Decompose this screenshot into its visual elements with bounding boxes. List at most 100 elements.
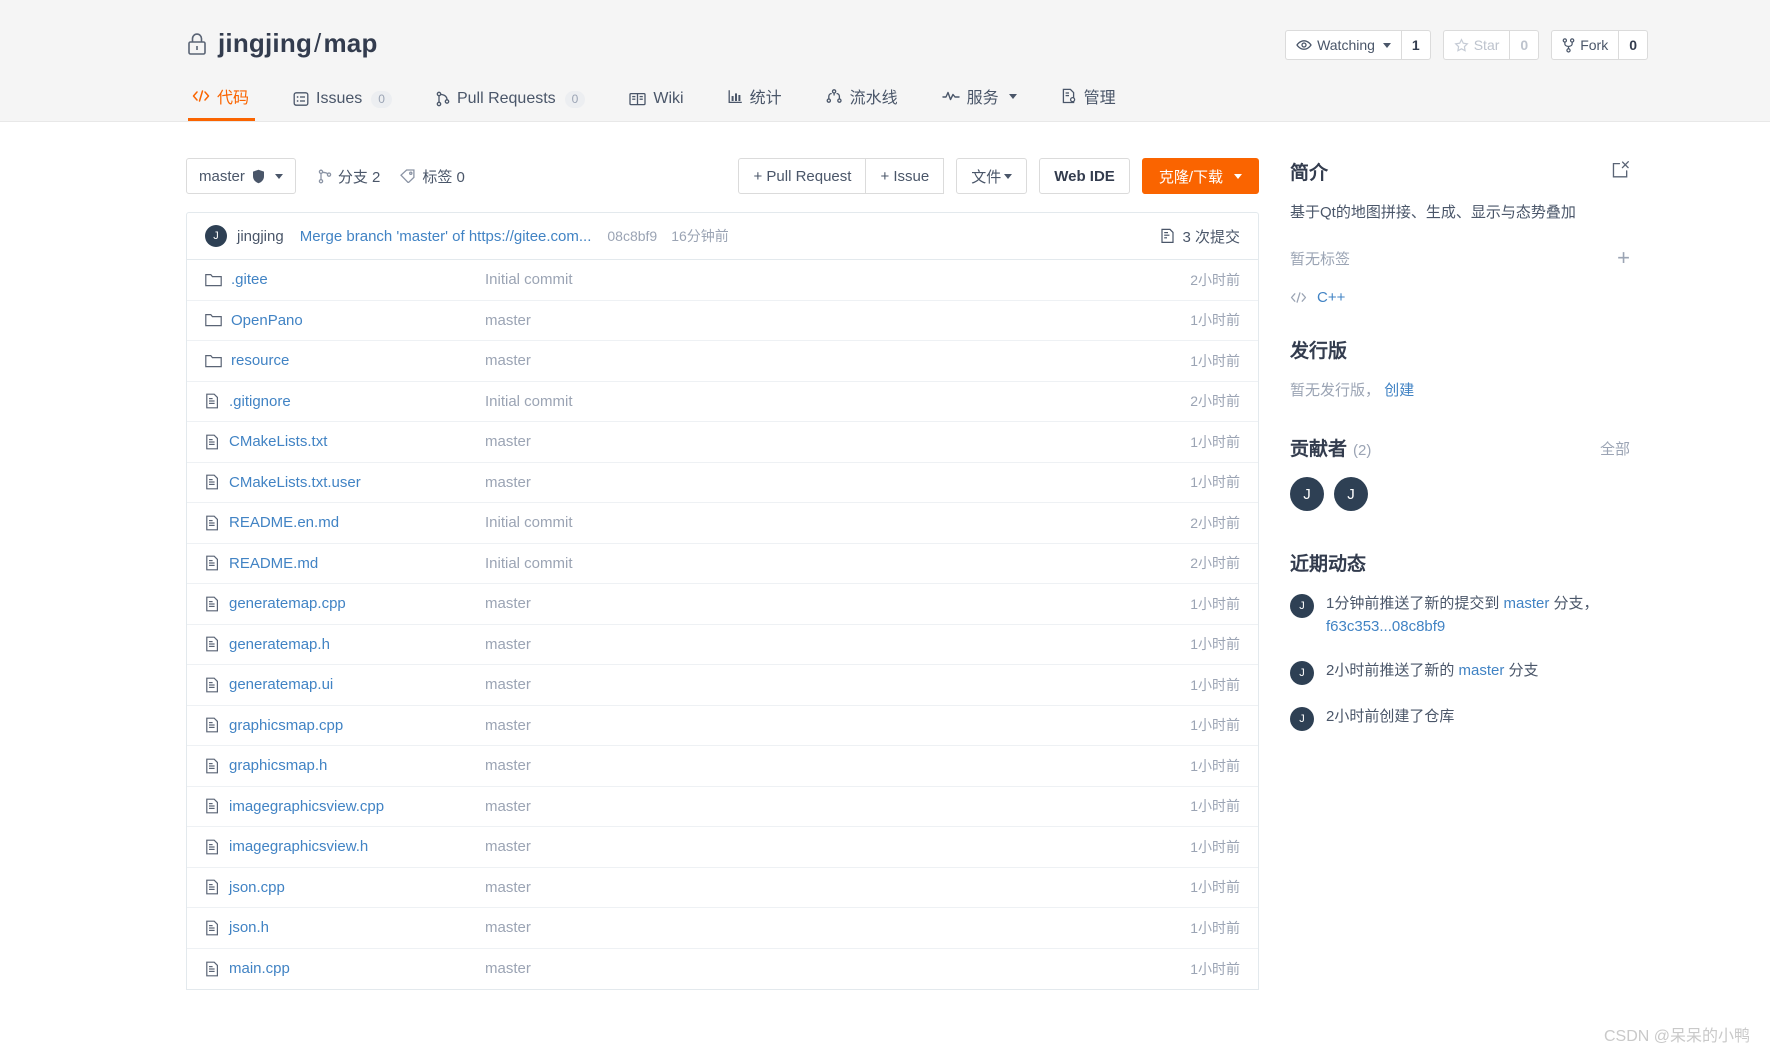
file-name-cell[interactable]: CMakeLists.txt.user — [205, 474, 485, 491]
file-name-cell[interactable]: imagegraphicsview.h — [205, 838, 485, 855]
watch-count[interactable]: 1 — [1400, 30, 1431, 60]
file-name-cell[interactable]: OpenPano — [205, 312, 485, 329]
table-row[interactable]: imagegraphicsview.h master 1小时前 — [187, 827, 1258, 868]
tab-pipeline[interactable]: 流水线 — [804, 84, 920, 121]
table-row[interactable]: main.cpp master 1小时前 — [187, 949, 1258, 990]
file-name-cell[interactable]: graphicsmap.cpp — [205, 717, 485, 734]
commit-author[interactable]: jingjing — [237, 228, 284, 245]
star-count[interactable]: 0 — [1509, 30, 1540, 60]
table-row[interactable]: README.md Initial commit 2小时前 — [187, 544, 1258, 584]
contributors-all-link[interactable]: 全部 — [1600, 438, 1630, 459]
file-commit-time: 1小时前 — [1190, 879, 1240, 896]
tab-issues[interactable]: Issues 0 — [271, 90, 414, 121]
file-commit-time: 1小时前 — [1190, 312, 1240, 329]
files-dropdown-label: 文件 — [971, 168, 1002, 186]
tab-pull-requests-label: Pull Requests — [456, 90, 556, 107]
file-name-label: imagegraphicsview.h — [229, 838, 369, 856]
tab-code[interactable]: 代码 — [186, 84, 271, 121]
avatar[interactable]: J — [205, 225, 227, 247]
fork-button[interactable]: Fork — [1551, 30, 1619, 60]
table-row[interactable]: README.en.md Initial commit 2小时前 — [187, 503, 1258, 544]
avatar[interactable]: J — [1334, 477, 1368, 511]
table-row[interactable]: resource master 1小时前 — [187, 341, 1258, 382]
table-row[interactable]: CMakeLists.txt.user master 1小时前 — [187, 463, 1258, 503]
avatar[interactable]: J — [1290, 660, 1314, 685]
commit-sha[interactable]: 08c8bf9 — [607, 228, 657, 244]
main-content: master 分支 2 标签 0 + Pull Request + Issue … — [186, 158, 1259, 990]
repo-owner[interactable]: jingjing — [218, 28, 312, 58]
tag-count[interactable]: 标签 0 — [400, 166, 465, 187]
table-row[interactable]: .gitignore Initial commit 2小时前 — [187, 382, 1258, 422]
clone-download-button[interactable]: 克隆/下载 — [1141, 158, 1259, 194]
tab-issues-badge: 0 — [371, 90, 392, 108]
file-name-cell[interactable]: imagegraphicsview.cpp — [205, 798, 485, 815]
repo-name[interactable]: map — [323, 28, 377, 58]
add-tag-icon[interactable]: + — [1617, 247, 1630, 269]
tab-services-label: 服务 — [966, 90, 999, 107]
file-commit-message: master — [485, 352, 531, 370]
list-item: J 2小时前创建了仓库 — [1290, 705, 1630, 731]
tab-pull-requests[interactable]: Pull Requests 0 — [414, 90, 607, 121]
new-pull-request-button[interactable]: + Pull Request — [738, 158, 867, 194]
watch-button[interactable]: Watching — [1285, 30, 1401, 60]
table-row[interactable]: generatemap.cpp master 1小时前 — [187, 584, 1258, 625]
list-item: J 1分钟前推送了新的提交到 master 分支， f63c353...08c8bf… — [1290, 592, 1630, 639]
branch-selector[interactable]: master — [186, 158, 296, 194]
file-commit-message: master — [485, 433, 531, 451]
commit-count-link[interactable]: 3 次提交 — [1160, 226, 1240, 247]
file-name-cell[interactable]: .gitee — [205, 271, 485, 288]
tag-icon — [400, 169, 416, 183]
table-row[interactable]: imagegraphicsview.cpp master 1小时前 — [187, 787, 1258, 827]
file-name-cell[interactable]: .gitignore — [205, 393, 485, 410]
activity-branch-link[interactable]: master — [1504, 595, 1550, 612]
file-commit-message: Initial commit — [485, 271, 573, 289]
file-name-cell[interactable]: generatemap.cpp — [205, 595, 485, 612]
list-item: J 2小时前推送了新的 master 分支 — [1290, 659, 1630, 685]
pipeline-icon — [826, 88, 843, 104]
table-row[interactable]: graphicsmap.cpp master 1小时前 — [187, 706, 1258, 746]
branch-count-label: 分支 2 — [337, 168, 381, 186]
new-issue-button[interactable]: + Issue — [865, 158, 945, 194]
file-name-cell[interactable]: json.cpp — [205, 879, 485, 896]
avatar[interactable]: J — [1290, 594, 1314, 618]
tab-statistics[interactable]: 统计 — [706, 84, 804, 121]
table-row[interactable]: graphicsmap.h master 1小时前 — [187, 746, 1258, 787]
watch-label: Watching — [1317, 37, 1375, 53]
tab-manage[interactable]: 管理 — [1039, 84, 1138, 121]
branch-count[interactable]: 分支 2 — [318, 166, 381, 187]
activity-commit-link[interactable]: f63c353...08c8bf9 — [1326, 618, 1445, 635]
file-name-label: resource — [231, 352, 290, 370]
file-name-cell[interactable]: README.md — [205, 555, 485, 572]
activity-middle: 分支 — [1504, 661, 1539, 679]
file-name-cell[interactable]: README.en.md — [205, 514, 485, 531]
table-row[interactable]: generatemap.ui master 1小时前 — [187, 665, 1258, 706]
file-name-cell[interactable]: generatemap.h — [205, 636, 485, 653]
star-button[interactable]: Star — [1442, 30, 1510, 60]
files-dropdown-button[interactable]: 文件 — [956, 158, 1028, 194]
file-name-cell[interactable]: generatemap.ui — [205, 676, 485, 693]
file-name-cell[interactable]: json.h — [205, 919, 485, 936]
file-name-cell[interactable]: resource — [205, 352, 485, 369]
edit-icon[interactable] — [1611, 160, 1630, 179]
table-row[interactable]: generatemap.h master 1小时前 — [187, 625, 1258, 665]
file-name-cell[interactable]: CMakeLists.txt — [205, 433, 485, 450]
avatar[interactable]: J — [1290, 706, 1314, 731]
table-row[interactable]: json.h master 1小时前 — [187, 908, 1258, 949]
commit-message[interactable]: Merge branch 'master' of https://gitee.c… — [300, 228, 592, 245]
tab-wiki[interactable]: Wiki — [607, 90, 705, 121]
table-row[interactable]: CMakeLists.txt master 1小时前 — [187, 422, 1258, 463]
tab-services[interactable]: 服务 — [920, 84, 1039, 121]
table-row[interactable]: OpenPano master 1小时前 — [187, 301, 1258, 341]
fork-count[interactable]: 0 — [1618, 30, 1648, 60]
avatar[interactable]: J — [1290, 477, 1324, 511]
file-name-cell[interactable]: main.cpp — [205, 960, 485, 977]
activity-branch-link[interactable]: master — [1459, 662, 1505, 679]
about-title: 简介 — [1290, 163, 1329, 184]
about-section: 简介 基于Qt的地图拼接、生成、显示与态势叠加 暂无标签 + C++ — [1290, 158, 1630, 306]
create-release-link[interactable]: 创建 — [1384, 382, 1414, 399]
file-name-cell[interactable]: graphicsmap.h — [205, 757, 485, 774]
web-ide-button[interactable]: Web IDE — [1039, 158, 1130, 194]
language-row[interactable]: C++ — [1290, 289, 1630, 306]
table-row[interactable]: .gitee Initial commit 2小时前 — [187, 260, 1258, 301]
table-row[interactable]: json.cpp master 1小时前 — [187, 868, 1258, 908]
